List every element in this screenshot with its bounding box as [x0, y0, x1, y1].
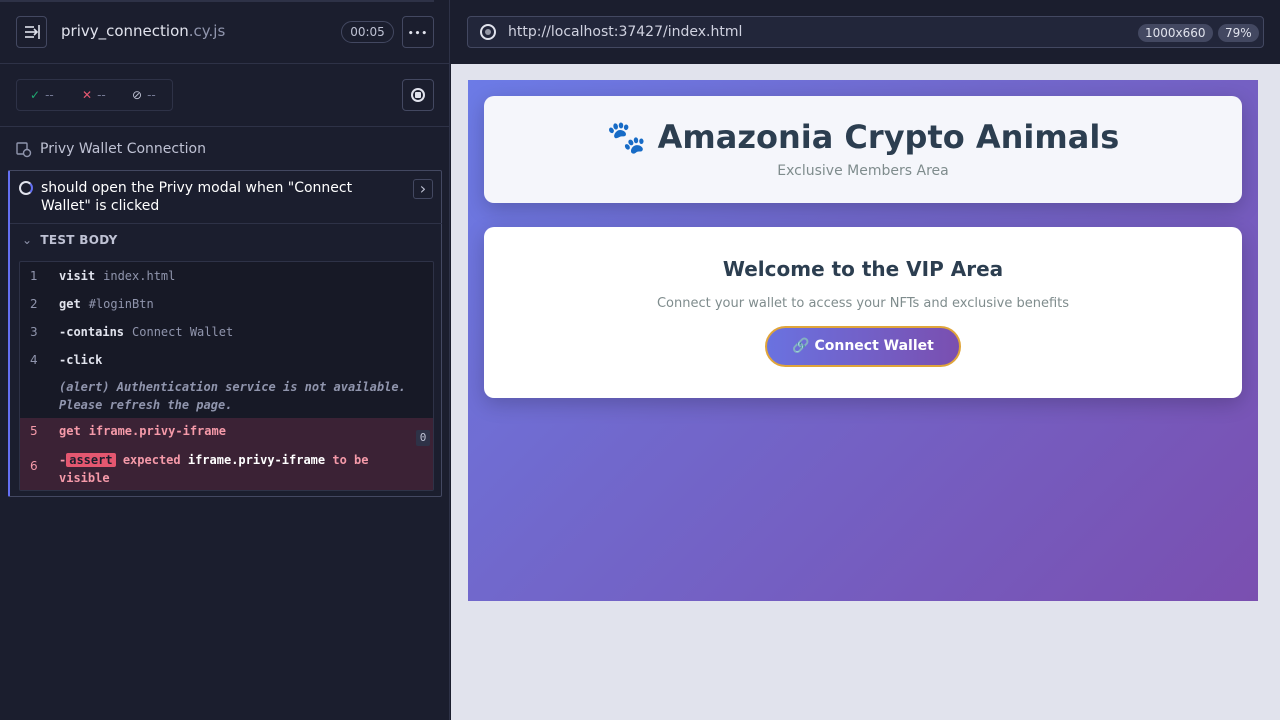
command-name-text: get: [59, 297, 81, 311]
command-name: get #loginBtn: [59, 297, 154, 311]
vip-card: Welcome to the VIP Area Connect your wal…: [484, 227, 1242, 398]
test-header[interactable]: should open the Privy modal when "Connec…: [10, 171, 442, 224]
command-name: visit index.html: [59, 269, 175, 283]
command-log: 1 visit index.html 2 get #loginBtn 3 -cont…: [19, 261, 434, 491]
passed-stat: ✓ --: [30, 88, 54, 102]
pending-count: --: [147, 88, 156, 102]
reporter-header: privy_connection.cy.js 00:05 •••: [0, 0, 450, 64]
more-icon: •••: [407, 29, 429, 39]
specs-list-toggle-button[interactable]: [16, 16, 47, 48]
site-subtitle: Exclusive Members Area: [777, 163, 949, 179]
assert-badge: assert: [66, 453, 116, 467]
command-number: 5: [30, 424, 38, 438]
run-duration-badge: 00:05: [341, 21, 394, 43]
element-count-badge: 0: [416, 430, 430, 446]
reporter-panel: privy_connection.cy.js 00:05 ••• ✓ -- ✕ --…: [0, 0, 450, 720]
failed-count: --: [97, 88, 106, 102]
command-name: -contains Connect Wallet: [59, 325, 233, 339]
stop-run-button[interactable]: [402, 79, 434, 111]
stop-icon: [411, 88, 425, 102]
check-icon: ✓: [30, 88, 41, 102]
assert-expected: expected: [122, 453, 181, 467]
skip-icon: ⊘: [132, 88, 143, 102]
assert-rest: to be: [332, 453, 369, 467]
command-number: 6: [30, 459, 38, 473]
command-row[interactable]: 2 get #loginBtn: [20, 297, 433, 315]
more-options-button[interactable]: •••: [402, 16, 434, 48]
viewport-size-badge[interactable]: 1000x660: [1138, 24, 1213, 42]
test-body-toggle[interactable]: ⌄ TEST BODY: [22, 233, 118, 247]
suite-title: Privy Wallet Connection: [40, 141, 206, 157]
site-title: 🐾 Amazonia Crypto Animals: [606, 118, 1120, 156]
vip-title: Welcome to the VIP Area: [722, 257, 1004, 281]
failed-command-row[interactable]: 5 get iframe.privy-iframe 0: [20, 424, 433, 446]
spec-file-name: privy_connection.cy.js: [61, 22, 225, 40]
test-stats: ✓ -- ✕ -- ⊘ --: [16, 79, 173, 111]
command-number: 2: [30, 297, 38, 311]
command-row[interactable]: 1 visit index.html: [20, 269, 433, 287]
failed-assert-row[interactable]: 6 - assert expected iframe.privy-iframe t…: [20, 451, 433, 487]
running-spinner-icon: [19, 181, 33, 195]
vip-description: Connect your wallet to access your NFTs …: [656, 296, 1070, 311]
pending-stat: ⊘ --: [132, 88, 156, 102]
alert-message-row[interactable]: (alert) Authentication service is not av…: [20, 378, 433, 414]
assert-message: - assert expected iframe.privy-iframe to …: [59, 451, 424, 487]
assert-wrap: visible: [59, 471, 110, 485]
spec-extension: .cy.js: [188, 22, 226, 40]
suite-folder-icon: [16, 142, 32, 158]
command-name-text: -click: [59, 353, 103, 367]
chevron-right-icon: ›: [419, 179, 427, 198]
command-row[interactable]: 3 -contains Connect Wallet: [20, 325, 433, 343]
sidebar-toggle-icon: [25, 25, 40, 39]
alert-message: (alert) Authentication service is not av…: [59, 380, 406, 412]
command-number: 1: [30, 269, 38, 283]
command-name-text: -contains: [59, 325, 125, 339]
aut-viewport: 🐾 Amazonia Crypto Animals Exclusive Memb…: [468, 80, 1258, 601]
command-number: 3: [30, 325, 38, 339]
command-name: get iframe.privy-iframe: [59, 424, 226, 438]
test-body-label: TEST BODY: [40, 233, 118, 247]
aut-header: http://localhost:37427/index.html 1000x6…: [451, 0, 1280, 64]
command-message: index.html: [103, 269, 176, 283]
command-name-text: visit: [59, 269, 96, 283]
test-title: should open the Privy modal when "Connec…: [41, 180, 353, 214]
cypress-runner: privy_connection.cy.js 00:05 ••• ✓ -- ✕ --…: [0, 0, 1280, 720]
command-name: -click: [59, 353, 110, 367]
command-message: #loginBtn: [88, 297, 154, 311]
site-header-card: 🐾 Amazonia Crypto Animals Exclusive Memb…: [484, 96, 1242, 203]
chevron-down-icon: ⌄: [22, 233, 33, 247]
command-name-text: get: [59, 424, 81, 438]
command-number: 4: [30, 353, 38, 367]
open-in-ide-button[interactable]: ›: [413, 179, 433, 199]
assert-subject: iframe.privy-iframe: [187, 453, 326, 467]
passed-count: --: [45, 88, 54, 102]
test-card: should open the Privy modal when "Connec…: [8, 170, 442, 497]
connect-wallet-button[interactable]: 🔗 Connect Wallet: [765, 326, 961, 367]
url-bar[interactable]: http://localhost:37427/index.html 1000x6…: [467, 16, 1264, 48]
command-message: iframe.privy-iframe: [88, 424, 226, 438]
stats-bar: ✓ -- ✕ -- ⊘ --: [0, 64, 450, 127]
command-message: Connect Wallet: [132, 325, 234, 339]
url-text: http://localhost:37427/index.html: [508, 24, 743, 40]
app-under-test-panel: http://localhost:37427/index.html 1000x6…: [451, 0, 1280, 720]
command-row[interactable]: 4 -click: [20, 353, 433, 371]
failed-stat: ✕ --: [82, 88, 106, 102]
globe-icon: [480, 24, 496, 40]
failed-commands: 5 get iframe.privy-iframe 0 6 - assert exp…: [20, 418, 433, 490]
x-icon: ✕: [82, 88, 93, 102]
spec-name: privy_connection: [61, 22, 189, 40]
zoom-badge[interactable]: 79%: [1218, 24, 1259, 42]
